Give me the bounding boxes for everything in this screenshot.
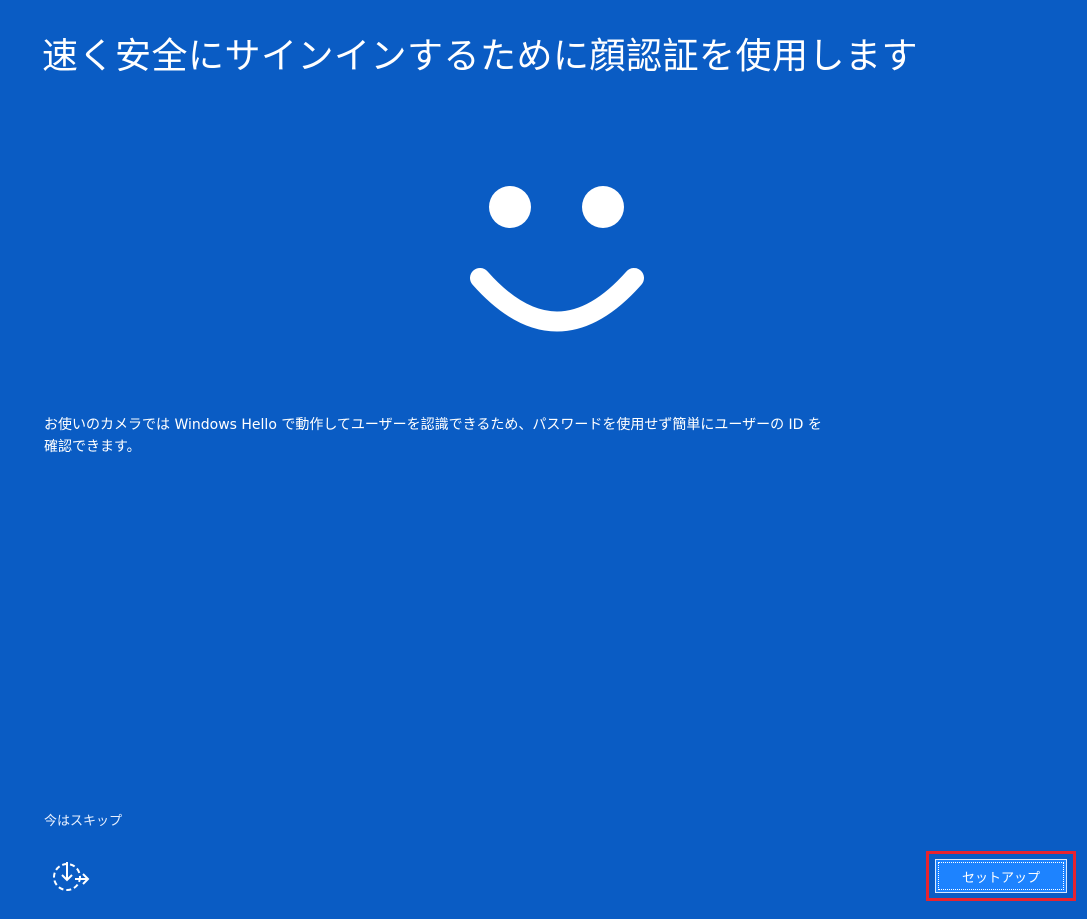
accessibility-arrow (61, 862, 90, 885)
left-eye (489, 186, 531, 228)
setup-button[interactable]: セットアップ (935, 859, 1067, 893)
skip-link[interactable]: 今はスキップ (44, 810, 122, 829)
description-text: お使いのカメラでは Windows Hello で動作してユーザーを認識できるた… (44, 417, 822, 455)
smiley-face-icon (470, 186, 644, 332)
accessibility-icon[interactable] (50, 857, 92, 895)
smile-mouth (470, 268, 644, 332)
page-title: 速く安全にサインインするために顔認証を使用します (42, 36, 919, 77)
right-eye (582, 186, 624, 228)
